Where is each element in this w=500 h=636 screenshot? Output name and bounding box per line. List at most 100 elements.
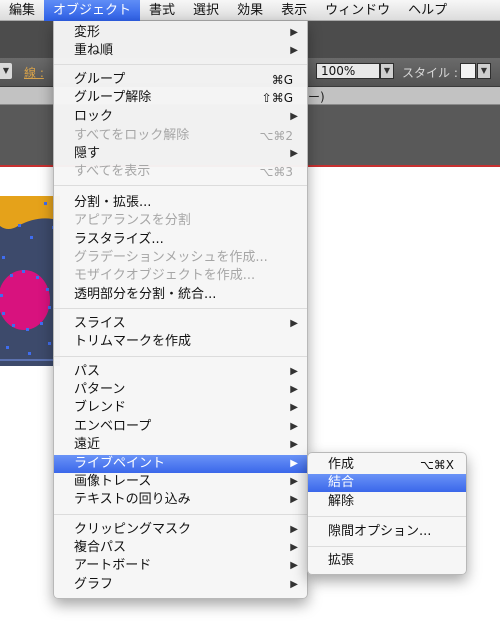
menu-separator xyxy=(54,308,307,309)
menu-item-label: すべてをロック解除 xyxy=(74,128,190,143)
menu-item-label: グラデーションメッシュを作成... xyxy=(74,250,268,265)
menu-separator xyxy=(308,546,466,547)
style-label: スタイル : xyxy=(402,66,458,80)
menu-item-label: 画像トレース xyxy=(74,474,152,489)
menu-item-compound-path[interactable]: 複合パス ▶ xyxy=(54,539,307,557)
menu-item-path[interactable]: パス ▶ xyxy=(54,363,307,381)
style-swatch[interactable] xyxy=(460,63,476,79)
menu-item-slice[interactable]: スライス ▶ xyxy=(54,315,307,333)
menu-item-label: 遠近 xyxy=(74,437,101,452)
menu-item-clipping-mask[interactable]: クリッピングマスク ▶ xyxy=(54,521,307,539)
triangle-right-icon: ▶ xyxy=(290,524,298,535)
menu-item-group[interactable]: グループ ⌘G xyxy=(54,71,307,89)
menu-item-pattern[interactable]: パターン ▶ xyxy=(54,381,307,399)
menu-separator xyxy=(54,185,307,186)
menu-item-label: 複合パス xyxy=(74,540,127,555)
menu-item-shortcut: ⇧⌘G xyxy=(261,91,293,105)
menu-item-blend[interactable]: ブレンド ▶ xyxy=(54,399,307,417)
menu-window[interactable]: ウィンドウ xyxy=(316,0,399,21)
menu-item-trim-marks[interactable]: トリムマークを作成 xyxy=(54,333,307,351)
menu-item-shortcut: ⌘G xyxy=(271,73,293,87)
menu-edit[interactable]: 編集 xyxy=(0,0,44,21)
menu-item-live-paint[interactable]: ライブペイント ▶ xyxy=(54,455,307,473)
submenu-item-merge[interactable]: 結合 xyxy=(308,474,466,492)
menu-item-label: クリッピングマスク xyxy=(74,522,192,537)
menu-item-envelope[interactable]: エンベロープ ▶ xyxy=(54,418,307,436)
menu-item-label: テキストの回り込み xyxy=(74,492,191,507)
menu-help[interactable]: ヘルプ xyxy=(399,0,456,21)
menu-item-label: 透明部分を分割・統合... xyxy=(74,287,217,302)
triangle-down-icon[interactable]: ▼ xyxy=(380,63,394,79)
triangle-right-icon: ▶ xyxy=(290,111,298,122)
menu-item-label: ライブペイント xyxy=(74,456,166,471)
triangle-right-icon: ▶ xyxy=(290,494,298,505)
triangle-right-icon: ▶ xyxy=(290,45,298,56)
submenu-item-shortcut: ⌥⌘X xyxy=(419,458,454,472)
menu-item-label: ロック xyxy=(74,109,114,124)
menu-item-graph[interactable]: グラフ ▶ xyxy=(54,576,307,594)
menu-type[interactable]: 書式 xyxy=(140,0,184,21)
menu-item-label: グループ xyxy=(74,72,126,87)
menu-item-label: グループ解除 xyxy=(74,90,152,105)
submenu-item-make[interactable]: 作成 ⌥⌘X xyxy=(308,456,466,474)
triangle-right-icon: ▶ xyxy=(290,458,298,469)
menu-separator xyxy=(54,64,307,65)
triangle-right-icon: ▶ xyxy=(290,148,298,159)
menu-item-label: グラフ xyxy=(74,577,114,592)
menu-item-label: 分割・拡張... xyxy=(74,195,152,210)
triangle-down-icon[interactable]: ▼ xyxy=(477,63,491,79)
stroke-label[interactable]: 線 : xyxy=(24,64,44,81)
menu-item-label: パス xyxy=(74,364,101,379)
menu-item-label: ラスタライズ... xyxy=(74,232,164,247)
menu-item-transform[interactable]: 変形 ▶ xyxy=(54,24,307,42)
menu-item-ungroup[interactable]: グループ解除 ⇧⌘G xyxy=(54,89,307,107)
triangle-right-icon: ▶ xyxy=(290,542,298,553)
menu-item-label: アピアランスを分割 xyxy=(74,213,191,228)
menu-item-label: 変形 xyxy=(74,25,101,40)
menu-item-label: すべてを表示 xyxy=(74,164,151,179)
menu-object[interactable]: オブジェクト xyxy=(44,0,141,21)
menu-item-flatten-transparency[interactable]: 透明部分を分割・統合... xyxy=(54,286,307,304)
submenu-item-label: 結合 xyxy=(328,475,355,490)
menu-item-shortcut: ⌥⌘2 xyxy=(259,129,293,143)
menu-item-perspective[interactable]: 遠近 ▶ xyxy=(54,436,307,454)
submenu-item-release[interactable]: 解除 xyxy=(308,493,466,511)
triangle-right-icon: ▶ xyxy=(290,439,298,450)
menu-item-label: 隠す xyxy=(74,146,101,161)
triangle-right-icon: ▶ xyxy=(290,579,298,590)
menu-item-expand[interactable]: 分割・拡張... xyxy=(54,194,307,212)
menu-item-text-wrap[interactable]: テキストの回り込み ▶ xyxy=(54,491,307,509)
menu-item-lock[interactable]: ロック ▶ xyxy=(54,108,307,126)
triangle-right-icon: ▶ xyxy=(290,560,298,571)
triangle-right-icon: ▶ xyxy=(290,366,298,377)
menu-effect[interactable]: 効果 xyxy=(228,0,272,21)
menu-item-image-trace[interactable]: 画像トレース ▶ xyxy=(54,473,307,491)
menu-item-label: パターン xyxy=(74,382,126,397)
menu-item-arrange[interactable]: 重ね順 ▶ xyxy=(54,42,307,60)
menu-item-label: トリムマークを作成 xyxy=(74,334,192,349)
artwork-magenta-shape xyxy=(0,270,50,330)
menu-select[interactable]: 選択 xyxy=(184,0,228,21)
menu-item-label: 重ね順 xyxy=(74,43,114,58)
triangle-right-icon: ▶ xyxy=(290,384,298,395)
artwork[interactable] xyxy=(0,196,60,366)
document-tab-title[interactable]: ー) xyxy=(308,88,325,105)
menu-view[interactable]: 表示 xyxy=(272,0,316,21)
menu-bar: 編集 オブジェクト 書式 選択 効果 表示 ウィンドウ ヘルプ xyxy=(0,0,500,21)
menu-separator xyxy=(54,356,307,357)
menu-item-label: スライス xyxy=(74,316,126,331)
menu-item-hide[interactable]: 隠す ▶ xyxy=(54,145,307,163)
menu-separator xyxy=(54,514,307,515)
menu-item-gradient-mesh: グラデーションメッシュを作成... xyxy=(54,249,307,267)
submenu-item-label: 拡張 xyxy=(328,553,355,568)
submenu-item-label: 隙間オプション... xyxy=(328,524,432,539)
opacity-field[interactable]: 100% xyxy=(316,63,380,79)
menu-item-artboards[interactable]: アートボード ▶ xyxy=(54,557,307,575)
menu-item-label: エンベロープ xyxy=(74,419,152,434)
menu-item-rasterize[interactable]: ラスタライズ... xyxy=(54,231,307,249)
submenu-item-expand[interactable]: 拡張 xyxy=(308,552,466,570)
menu-item-shortcut: ⌥⌘3 xyxy=(259,165,293,179)
submenu-item-gap-options[interactable]: 隙間オプション... xyxy=(308,523,466,541)
triangle-down-icon[interactable]: ▼ xyxy=(0,63,12,79)
live-paint-submenu: 作成 ⌥⌘X 結合 解除 隙間オプション... 拡張 xyxy=(307,452,467,575)
